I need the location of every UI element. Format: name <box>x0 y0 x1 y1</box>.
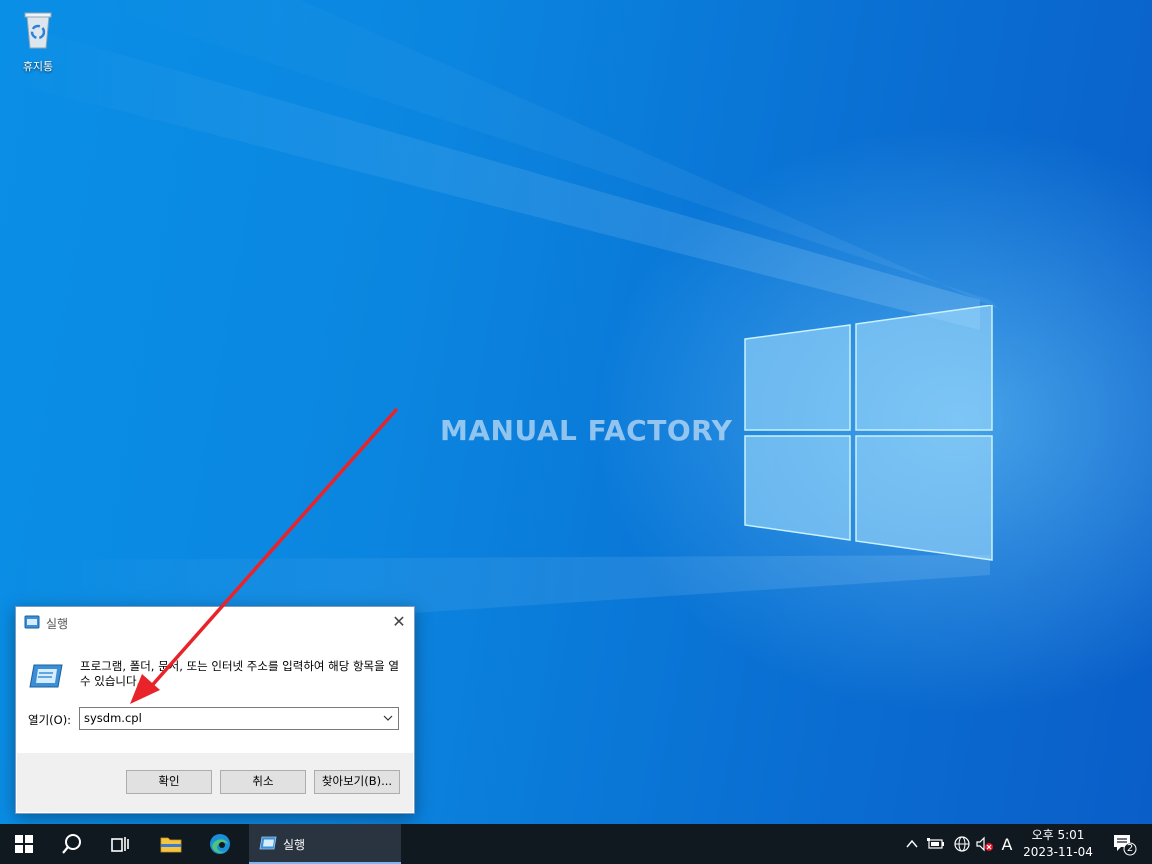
file-explorer-button[interactable] <box>147 824 195 864</box>
search-icon <box>62 834 81 854</box>
close-icon: ✕ <box>392 612 406 631</box>
windows-logo <box>744 305 993 561</box>
task-view-button[interactable] <box>96 824 144 864</box>
taskbar: 실행 A 오후 5:01 2023-11-04 2 <box>0 824 1152 864</box>
clock[interactable]: 오후 5:01 2023-11-04 <box>1018 827 1098 861</box>
cancel-button[interactable]: 취소 <box>220 770 306 794</box>
taskbar-app-label: 실행 <box>283 838 306 852</box>
globe-icon <box>954 836 970 852</box>
volume-button[interactable] <box>974 824 996 864</box>
clock-time: 오후 5:01 <box>1031 828 1085 842</box>
recycle-bin-icon <box>24 12 52 49</box>
close-button[interactable]: ✕ <box>384 607 414 639</box>
ok-button[interactable]: 확인 <box>126 770 212 794</box>
browse-button[interactable]: 찾아보기(B)... <box>314 770 400 794</box>
network-button[interactable] <box>950 824 974 864</box>
edge-icon <box>210 834 230 854</box>
run-dialog-icon <box>29 664 63 688</box>
open-input[interactable]: sysdm.cpl <box>84 711 142 725</box>
dialog-description: 프로그램, 폴더, 문서, 또는 인터넷 주소를 입력하여 해당 항목을 열 수… <box>80 659 399 688</box>
run-app-icon <box>24 615 40 629</box>
show-hidden-icons-button[interactable] <box>902 824 922 864</box>
run-dialog[interactable]: 실행 ✕ 프로그램, 폴더, 문서, 또는 인터넷 주소를 입력하여 해당 항목… <box>15 606 415 814</box>
open-label: 열기(O): <box>28 713 72 727</box>
speaker-muted-icon <box>976 836 993 852</box>
notification-count: 2 <box>1126 843 1134 854</box>
battery-button[interactable] <box>924 824 948 864</box>
edge-browser-button[interactable] <box>196 824 244 864</box>
ime-indicator[interactable]: A <box>996 824 1018 864</box>
start-button[interactable] <box>0 824 48 864</box>
search-button[interactable] <box>48 824 96 864</box>
dialog-titlebar[interactable]: 실행 ✕ <box>16 607 414 639</box>
dialog-title: 실행 <box>46 617 69 631</box>
run-app-icon <box>259 836 277 850</box>
battery-icon <box>927 838 944 849</box>
chevron-down-icon[interactable] <box>382 712 394 724</box>
task-view-icon <box>111 837 129 852</box>
desktop-icon-label: 휴지통 <box>22 60 54 73</box>
watermark-text: MANUAL FACTORY <box>440 414 733 447</box>
windows-start-icon <box>15 835 33 853</box>
notification-center-button[interactable]: 2 <box>1104 824 1144 864</box>
taskbar-app-run[interactable]: 실행 <box>249 824 401 864</box>
chevron-up-icon <box>906 839 918 848</box>
clock-date: 2023-11-04 <box>1023 845 1093 859</box>
open-combobox[interactable]: sysdm.cpl <box>79 707 399 730</box>
folder-icon <box>160 837 182 853</box>
desktop-icon-recycle-bin[interactable]: 휴지통 <box>12 8 64 74</box>
